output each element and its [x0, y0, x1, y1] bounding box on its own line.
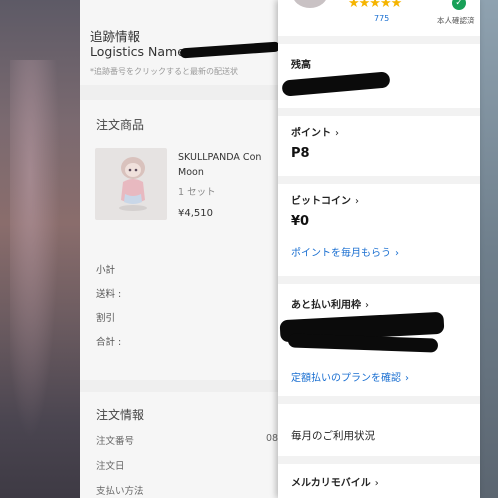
redaction-mark: [281, 71, 391, 97]
divider: [278, 176, 480, 184]
products-section: 注文商品 SKULLPANDA Con Moon 1 セット ¥4,510 小計…: [80, 100, 280, 380]
redaction-mark: [287, 333, 439, 353]
summary-discount: 割引: [96, 313, 116, 324]
account-drawer: ★★★★★ 775 ✓ 本人確認済 残高 ポイント › P8 ビットコイン › ¥0…: [278, 0, 480, 498]
summary-total: 合計 :: [96, 337, 122, 348]
balance-label: 残高: [291, 60, 311, 71]
order-info-header: 注文情報: [96, 408, 145, 422]
product-image[interactable]: [95, 148, 167, 220]
review-count[interactable]: 775: [374, 14, 389, 23]
tracking-section: 追跡情報 Logistics Name *追跡番号をクリックすると最新の配送状: [80, 0, 280, 85]
chevron-right-icon: ›: [365, 300, 369, 311]
summary-shipping: 送料 :: [96, 289, 122, 300]
order-number-label: 注文番号: [96, 436, 135, 447]
tracking-title: 追跡情報: [90, 29, 141, 44]
product-price: ¥4,510: [178, 208, 213, 219]
payment-method-label: 支払い方法: [96, 486, 144, 497]
divider: [278, 396, 480, 404]
chevron-right-icon: ›: [335, 128, 339, 139]
bitcoin-label: ビットコイン ›: [291, 196, 359, 207]
divider: [278, 36, 480, 44]
chevron-right-icon: ›: [405, 373, 409, 384]
bitcoin-row[interactable]: ビットコイン › ¥0: [278, 184, 480, 274]
chevron-right-icon: ›: [374, 478, 379, 489]
order-date-label: 注文日: [96, 461, 125, 472]
chevron-right-icon: ›: [355, 196, 359, 207]
products-header: 注文商品: [96, 118, 145, 132]
monthly-usage-row[interactable]: 毎月のご利用状況: [291, 428, 375, 443]
divider: [278, 456, 480, 464]
bitcoin-value: ¥0: [291, 214, 310, 229]
divider: [278, 108, 480, 116]
redaction-mark: [179, 41, 280, 59]
check-icon: ✓: [452, 0, 466, 10]
blurred-background-left: [0, 0, 80, 498]
order-info-section: 注文情報 注文番号 08 注文日 支払い方法: [80, 392, 280, 498]
points-label: ポイント ›: [291, 128, 339, 139]
monthly-points-link[interactable]: ポイントを毎月もらう ›: [291, 244, 399, 259]
fixed-payment-plan-link[interactable]: 定額払いのプランを確認 ›: [291, 369, 409, 384]
chevron-right-icon: ›: [395, 248, 399, 259]
deferred-payment-row[interactable]: あと払い利用枠 ›: [291, 296, 369, 311]
summary-subtotal: 小計: [96, 265, 116, 276]
order-details-page: 追跡情報 Logistics Name *追跡番号をクリックすると最新の配送状 …: [80, 0, 280, 498]
points-value: P8: [291, 146, 310, 161]
divider: [278, 276, 480, 284]
product-name[interactable]: SKULLPANDA Con Moon: [178, 150, 261, 180]
blurred-background-right: [480, 0, 498, 498]
avatar[interactable]: [292, 0, 328, 8]
tracking-note: *追跡番号をクリックすると最新の配送状: [90, 67, 238, 76]
verified-label: 本人確認済: [437, 16, 475, 25]
logistics-name-label: Logistics Name: [90, 44, 185, 59]
rating-stars: ★★★★★: [348, 0, 402, 11]
order-number-value: 08: [266, 433, 279, 444]
product-quantity: 1 セット: [178, 187, 216, 198]
mercari-mobile-row[interactable]: メルカリモバイル ›: [291, 474, 379, 489]
points-row[interactable]: ポイント › P8: [278, 116, 480, 176]
